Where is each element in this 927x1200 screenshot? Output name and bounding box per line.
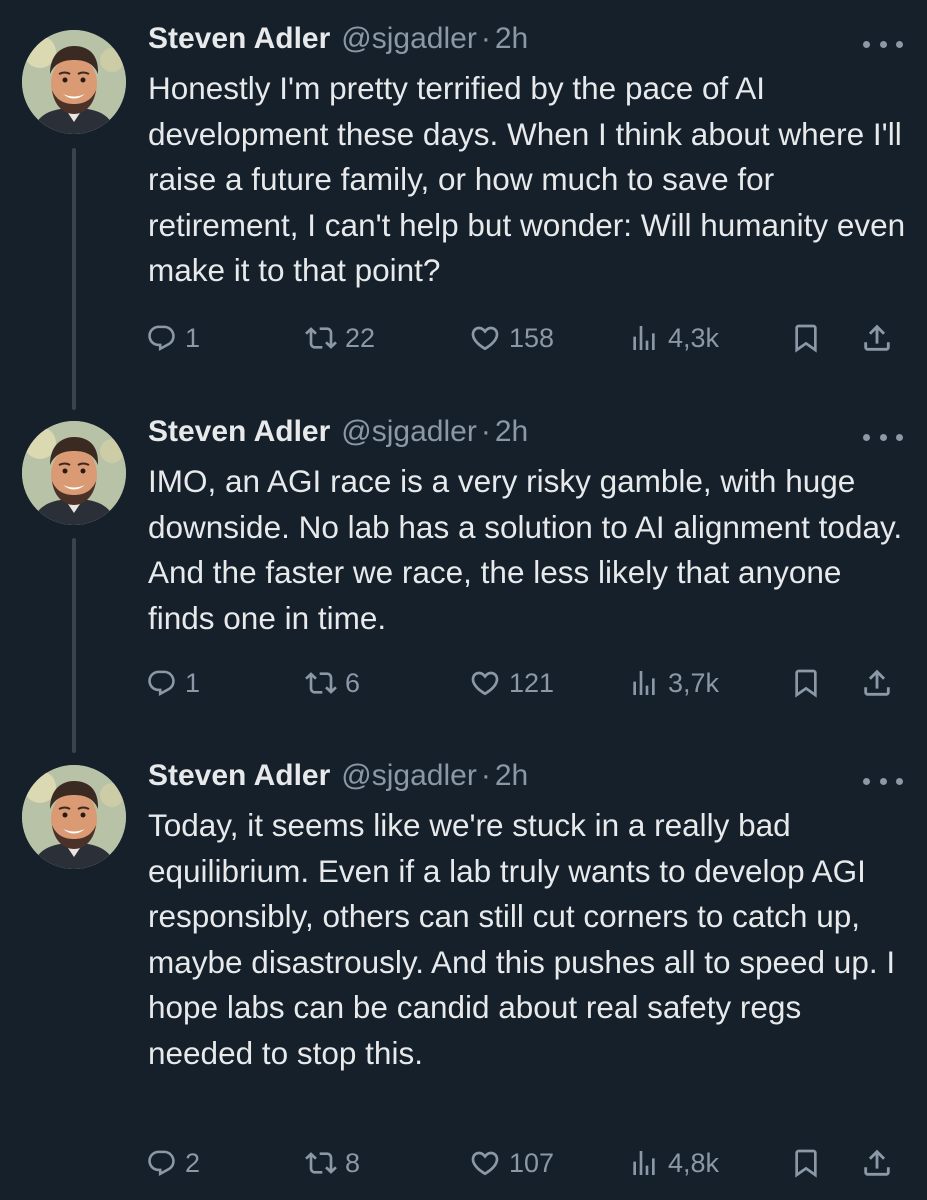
bookmark-icon bbox=[790, 1147, 822, 1179]
retweet-icon bbox=[305, 1147, 337, 1179]
avatar[interactable] bbox=[22, 765, 126, 869]
display-name[interactable]: Steven Adler bbox=[148, 22, 330, 56]
separator: · bbox=[480, 415, 491, 448]
tweet-text: Today, it seems like we're stuck in a re… bbox=[148, 807, 896, 1071]
avatar[interactable] bbox=[22, 421, 126, 525]
views-icon bbox=[628, 322, 660, 354]
tweet[interactable]: Steven Adler @sjgadler · 2h Honestly I'm… bbox=[0, 0, 927, 410]
reply-icon bbox=[146, 323, 177, 354]
more-icon[interactable] bbox=[863, 36, 903, 52]
display-name[interactable]: Steven Adler bbox=[148, 415, 330, 449]
reply-count: 1 bbox=[185, 322, 201, 353]
separator: · bbox=[480, 759, 491, 792]
share-button[interactable] bbox=[860, 661, 894, 705]
timestamp[interactable]: 2h bbox=[495, 415, 528, 449]
reply-icon bbox=[146, 668, 177, 699]
bookmark-button[interactable] bbox=[790, 1141, 822, 1185]
tweet-actions: 1 22 158 4,3k bbox=[0, 316, 927, 360]
timestamp[interactable]: 2h bbox=[495, 22, 528, 56]
like-count: 107 bbox=[509, 1147, 555, 1178]
bookmark-button[interactable] bbox=[790, 661, 822, 705]
like-count: 158 bbox=[509, 322, 555, 353]
share-button[interactable] bbox=[860, 316, 894, 360]
views-icon bbox=[628, 1147, 660, 1179]
bookmark-button[interactable] bbox=[790, 316, 822, 360]
tweet[interactable]: Steven Adler @sjgadler · 2h IMO, an AGI … bbox=[0, 393, 927, 753]
like-icon bbox=[469, 667, 501, 699]
thread-line bbox=[72, 148, 76, 410]
user-handle[interactable]: @sjgadler bbox=[341, 759, 477, 793]
avatar[interactable] bbox=[22, 30, 126, 134]
share-icon bbox=[860, 1146, 894, 1180]
reply-button[interactable]: 1 bbox=[146, 661, 200, 705]
tweet-text: IMO, an AGI race is a very risky gamble,… bbox=[148, 463, 903, 636]
retweet-count: 8 bbox=[345, 1147, 361, 1178]
view-count: 4,8k bbox=[668, 1147, 720, 1178]
bookmark-icon bbox=[790, 322, 822, 354]
views-button[interactable]: 3,7k bbox=[628, 661, 719, 705]
reply-button[interactable]: 2 bbox=[146, 1141, 200, 1185]
tweet-header: Steven Adler @sjgadler · 2h bbox=[148, 22, 528, 66]
reply-icon bbox=[146, 1148, 177, 1179]
share-button[interactable] bbox=[860, 1141, 894, 1185]
user-handle[interactable]: @sjgadler bbox=[341, 22, 477, 56]
views-button[interactable]: 4,3k bbox=[628, 316, 719, 360]
view-count: 3,7k bbox=[668, 667, 720, 698]
retweet-icon bbox=[305, 667, 337, 699]
thread-line bbox=[72, 538, 76, 753]
like-icon bbox=[469, 322, 501, 354]
separator: · bbox=[480, 22, 491, 55]
retweet-button[interactable]: 6 bbox=[305, 661, 360, 705]
tweet[interactable]: Steven Adler @sjgadler · 2h Today, it se… bbox=[0, 737, 927, 1200]
user-handle[interactable]: @sjgadler bbox=[341, 415, 477, 449]
retweet-count: 22 bbox=[345, 322, 376, 353]
more-icon[interactable] bbox=[863, 773, 903, 789]
retweet-icon bbox=[305, 322, 337, 354]
views-icon bbox=[628, 667, 660, 699]
tweet-actions: 2 8 107 4,8k bbox=[0, 1141, 927, 1185]
like-button[interactable]: 121 bbox=[469, 661, 554, 705]
like-button[interactable]: 158 bbox=[469, 316, 554, 360]
like-button[interactable]: 107 bbox=[469, 1141, 554, 1185]
like-icon bbox=[469, 1147, 501, 1179]
retweet-button[interactable]: 22 bbox=[305, 316, 375, 360]
share-icon bbox=[860, 666, 894, 700]
reply-count: 2 bbox=[185, 1147, 201, 1178]
share-icon bbox=[860, 321, 894, 355]
retweet-button[interactable]: 8 bbox=[305, 1141, 360, 1185]
tweet-actions: 1 6 121 3,7k bbox=[0, 661, 927, 705]
tweet-text: Honestly I'm pretty terrified by the pac… bbox=[148, 70, 906, 289]
bookmark-icon bbox=[790, 667, 822, 699]
views-button[interactable]: 4,8k bbox=[628, 1141, 719, 1185]
tweet-header: Steven Adler @sjgadler · 2h bbox=[148, 759, 528, 803]
timestamp[interactable]: 2h bbox=[495, 759, 528, 793]
view-count: 4,3k bbox=[668, 322, 720, 353]
reply-button[interactable]: 1 bbox=[146, 316, 200, 360]
reply-count: 1 bbox=[185, 667, 201, 698]
tweet-header: Steven Adler @sjgadler · 2h bbox=[148, 415, 528, 459]
retweet-count: 6 bbox=[345, 667, 361, 698]
display-name[interactable]: Steven Adler bbox=[148, 759, 330, 793]
like-count: 121 bbox=[509, 667, 555, 698]
more-icon[interactable] bbox=[863, 429, 903, 445]
